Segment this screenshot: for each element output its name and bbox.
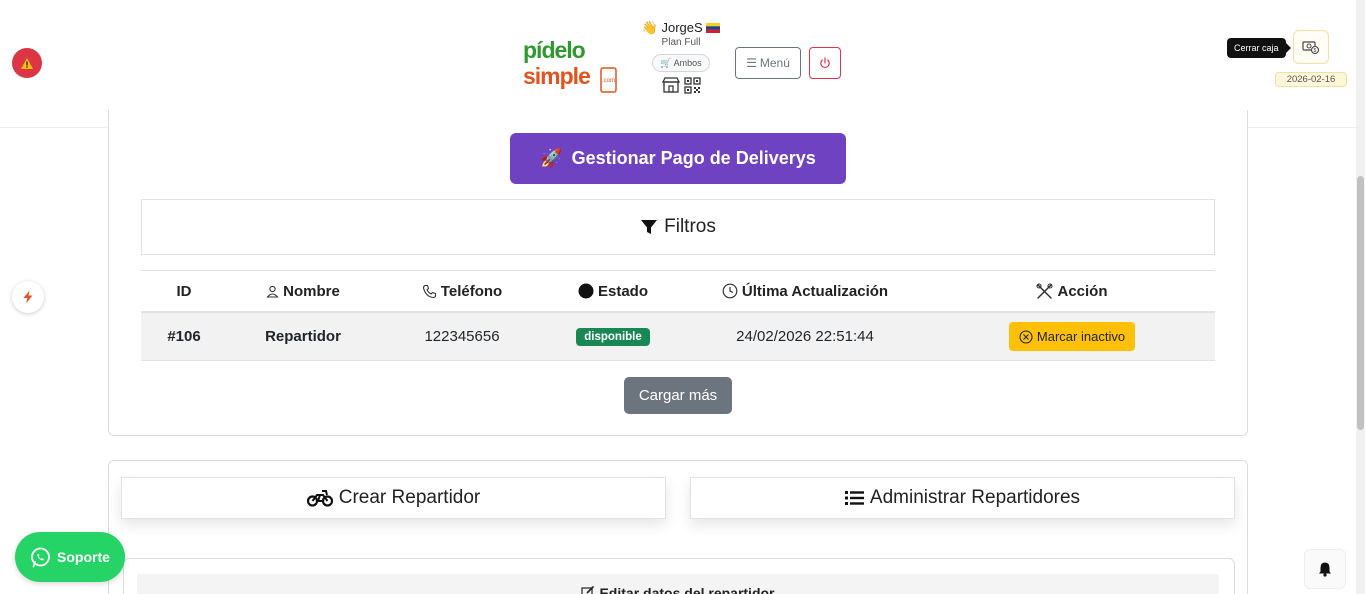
wave-icon: 👋 — [641, 20, 658, 35]
marcar-inactivo-label: Marcar inactivo — [1036, 329, 1126, 344]
header-estado[interactable]: Estado — [545, 283, 681, 300]
cerrar-caja-tooltip: Cerrar caja — [1227, 38, 1290, 58]
row-ultima-actualizacion: 24/02/2026 22:51:44 — [736, 328, 874, 345]
quick-actions-button[interactable] — [12, 281, 44, 313]
edit-repartidor-header: Editar datos del repartidor — [137, 574, 1219, 594]
user-plan: Plan Full — [661, 37, 701, 48]
user-icons — [636, 77, 726, 94]
status-dot-icon — [578, 283, 594, 299]
tab-admin-label: Administrar Repartidores — [869, 487, 1081, 508]
row-id: #106 — [167, 328, 201, 345]
svg-text:$: $ — [1314, 48, 1317, 54]
header-ultima-actualizacion-label: Última Actualización — [741, 282, 889, 300]
motorcycle-icon — [306, 490, 333, 507]
header-id-label: ID — [176, 282, 192, 300]
header-telefono-label: Teléfono — [440, 282, 503, 300]
menu-button[interactable]: ☰ Menú — [735, 47, 801, 79]
filters-title: Filtros — [664, 216, 716, 237]
cargar-mas-button[interactable]: Cargar más — [624, 377, 732, 414]
tab-crear-repartidor[interactable]: Crear Repartidor — [121, 477, 666, 519]
user-name: JorgeS — [661, 20, 703, 35]
store-icon[interactable] — [661, 77, 680, 93]
row-nombre: Repartidor — [265, 328, 341, 345]
tab-crear-label: Crear Repartidor — [338, 487, 481, 508]
gestionar-pago-deliverys-button[interactable]: 🚀 Gestionar Pago de Deliverys — [510, 133, 846, 184]
clock-icon — [722, 283, 738, 299]
header-nombre-label: Nombre — [283, 282, 340, 300]
warning-triangle-icon — [21, 57, 33, 69]
alert-button[interactable] — [12, 48, 42, 78]
rocket-icon: 🚀 — [540, 148, 563, 168]
power-icon — [820, 57, 830, 68]
logout-button[interactable] — [809, 47, 841, 79]
svg-text:.com: .com — [602, 78, 615, 84]
filters-toggle[interactable]: Filtros — [141, 199, 1215, 255]
header-nombre[interactable]: Nombre — [227, 283, 379, 300]
qr-code-icon[interactable] — [683, 77, 701, 94]
phone-icon — [422, 284, 436, 298]
deliverys-button-label: Gestionar Pago de Deliverys — [571, 148, 816, 168]
list-icon — [844, 491, 864, 505]
status-badge: disponible — [576, 328, 650, 346]
whatsapp-icon — [31, 547, 50, 567]
brand-logo[interactable]: pídelo simple .com — [522, 36, 622, 94]
marcar-inactivo-button[interactable]: Marcar inactivo — [1008, 322, 1136, 351]
header-estado-label: Estado — [597, 282, 648, 300]
venezuela-flag-icon — [706, 23, 721, 33]
header-telefono[interactable]: Teléfono — [379, 283, 545, 300]
repartidores-table: ID Nombre Teléfono Estado Última Actuali… — [141, 270, 1215, 361]
row-accion-cell: Marcar inactivo — [929, 322, 1215, 351]
tools-icon — [1036, 282, 1054, 299]
svg-text:pídelo: pídelo — [523, 37, 586, 63]
mode-pill[interactable]: 🛒 Ambos — [652, 54, 710, 72]
edit-repartidor-title: Editar datos del repartidor — [599, 585, 775, 594]
top-header: pídelo simple .com 👋 JorgeS Plan Full 🛒 … — [0, 0, 1356, 128]
mode-label: Ambos — [673, 58, 702, 68]
svg-text:simple: simple — [523, 63, 590, 89]
edit-icon — [581, 585, 595, 594]
header-id[interactable]: ID — [141, 283, 227, 300]
header-accion[interactable]: Acción — [929, 283, 1215, 300]
date-badge: 2026-02-16 — [1275, 72, 1347, 87]
store-mini-icon: 🛒 — [660, 58, 672, 68]
whatsapp-support-button[interactable]: Soporte — [15, 532, 125, 582]
lightning-icon — [23, 290, 33, 304]
support-label: Soporte — [57, 549, 110, 565]
user-name-line: 👋 JorgeS — [636, 20, 726, 36]
circle-x-icon — [1019, 329, 1033, 344]
menu-label: Menú — [759, 56, 790, 70]
table-row: #106 Repartidor 122345656 disponible 24/… — [141, 313, 1215, 361]
user-info: 👋 JorgeS Plan Full 🛒 Ambos — [636, 20, 726, 94]
hamburger-icon: ☰ — [746, 56, 757, 70]
cerrar-caja-button[interactable]: $ — [1293, 30, 1329, 64]
funnel-icon — [641, 220, 658, 234]
person-icon — [266, 285, 279, 298]
table-header-row: ID Nombre Teléfono Estado Última Actuali… — [141, 271, 1215, 313]
header-ultima-actualizacion[interactable]: Última Actualización — [681, 283, 929, 300]
bell-icon — [1319, 562, 1331, 577]
scrollbar-thumb[interactable] — [1357, 176, 1364, 430]
header-accion-label: Acción — [1057, 282, 1108, 300]
row-estado-cell: disponible — [545, 327, 681, 346]
tab-administrar-repartidores[interactable]: Administrar Repartidores — [690, 477, 1235, 519]
notifications-button[interactable] — [1304, 549, 1346, 589]
page-scrollbar[interactable] — [1356, 0, 1365, 594]
cash-register-icon: $ — [1302, 41, 1320, 55]
row-telefono: 122345656 — [424, 328, 500, 345]
